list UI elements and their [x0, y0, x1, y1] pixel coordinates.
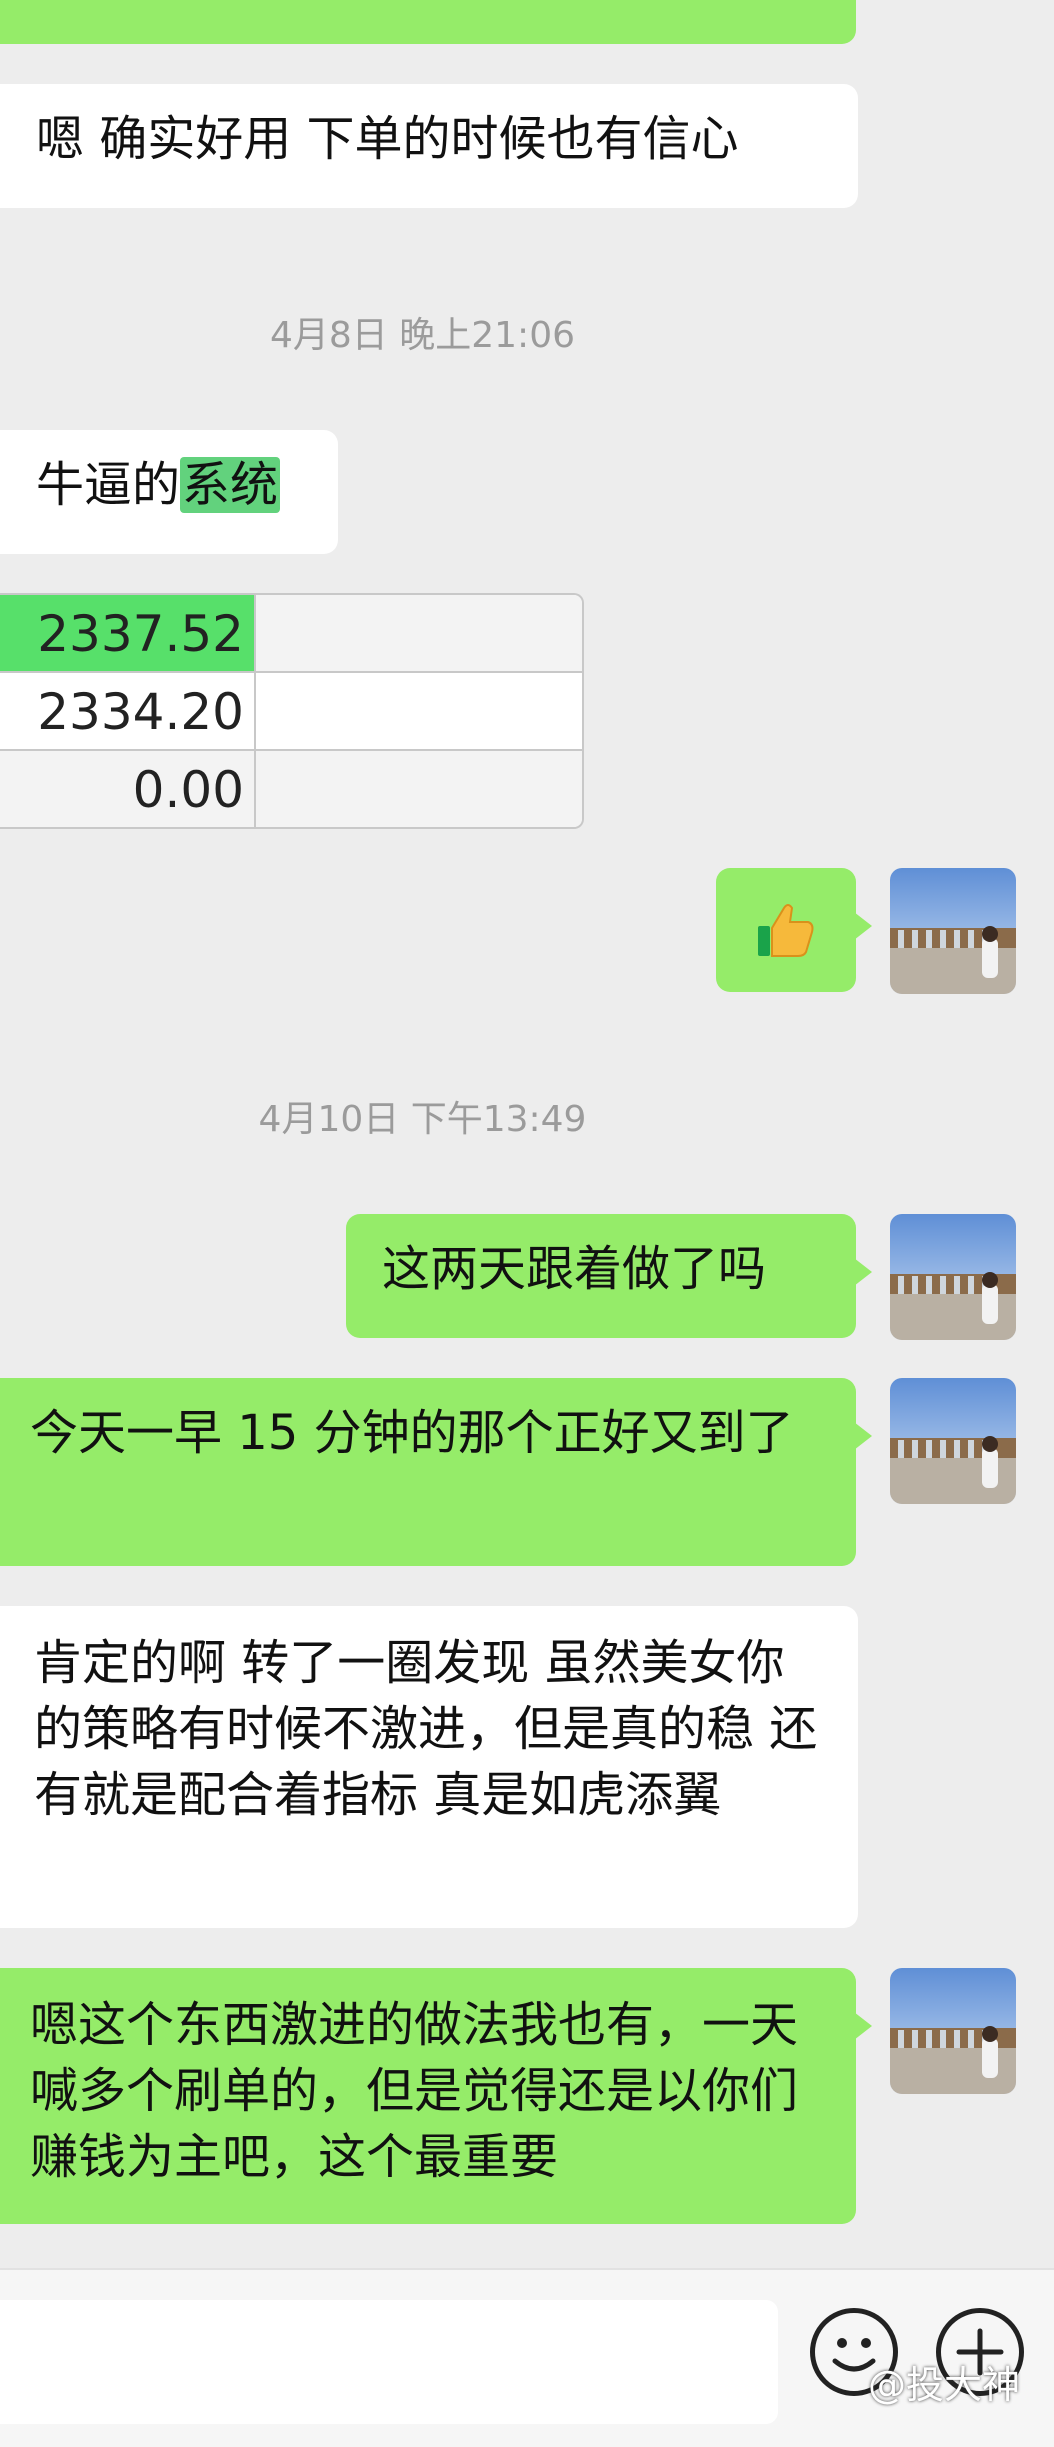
message-bubble-received[interactable]: 嗯 确实好用 下单的时候也有信心 — [0, 84, 858, 208]
table-cell: 2337.52 — [0, 595, 256, 671]
avatar[interactable] — [890, 1378, 1016, 1504]
partial-message-bubble[interactable] — [0, 0, 856, 44]
table-cell: 0.00 — [0, 751, 256, 827]
message-text: 嗯 确实好用 下单的时候也有信心 — [36, 111, 739, 167]
message-bubble-sent[interactable]: 这两天跟着做了吗 — [346, 1214, 872, 1338]
avatar[interactable] — [890, 1214, 1016, 1340]
message-text: 肯定的啊 转了一圈发现 虽然美女你的策略有时候不激进，但是真的稳 还有就是配合着… — [34, 1635, 818, 1823]
highlighted-text: 系统 — [180, 457, 281, 513]
message-bubble-received[interactable]: 肯定的啊 转了一圈发现 虽然美女你的策略有时候不激进，但是真的稳 还有就是配合着… — [0, 1606, 858, 1928]
message-bubble-sent[interactable]: 今天一早 15 分钟的那个正好又到了 — [0, 1378, 872, 1566]
timestamp: 4月8日 晚上21:06 — [270, 315, 575, 356]
thumbs-up-icon — [758, 904, 814, 957]
message-bubble-received[interactable]: 牛逼的系统 — [0, 430, 338, 554]
avatar[interactable] — [890, 1968, 1016, 2094]
message-text: 今天一早 15 分钟的那个正好又到了 — [30, 1405, 794, 1461]
message-bubble-sent[interactable] — [716, 868, 872, 992]
message-text: 嗯这个东西激进的做法我也有，一天喊多个刷单的，但是觉得还是以你们赚钱为主吧，这个… — [30, 1997, 799, 2185]
price-table-image[interactable]: 2337.52 2334.20 0.00 — [0, 593, 584, 829]
table-row: 2334.20 — [0, 673, 582, 751]
watermark: @投大神 — [868, 2363, 1021, 2407]
table-row: 2337.52 — [0, 595, 582, 673]
table-row: 0.00 — [0, 751, 582, 827]
table-cell: 2334.20 — [0, 673, 256, 749]
message-input[interactable] — [0, 2300, 778, 2424]
message-text: 这两天跟着做了吗 — [382, 1241, 767, 1297]
message-text: 牛逼的 — [36, 457, 181, 513]
chat-screen: 嗯 确实好用 下单的时候也有信心 4月8日 晚上21:06 牛逼的系统 2337… — [0, 0, 1054, 2447]
message-bubble-sent[interactable]: 嗯这个东西激进的做法我也有，一天喊多个刷单的，但是觉得还是以你们赚钱为主吧，这个… — [0, 1968, 872, 2224]
avatar[interactable] — [890, 868, 1016, 994]
timestamp: 4月10日 下午13:49 — [258, 1099, 587, 1140]
